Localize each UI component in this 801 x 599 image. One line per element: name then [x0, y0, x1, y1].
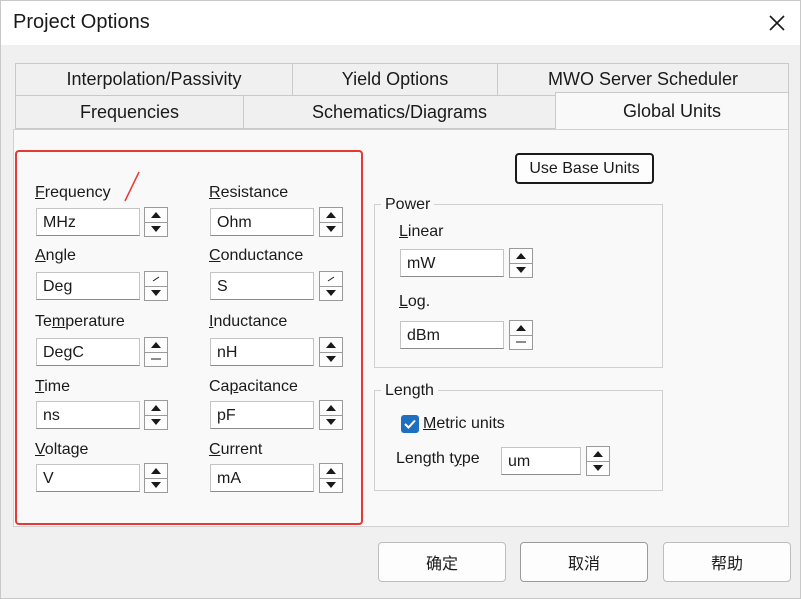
spin-down-icon[interactable]	[587, 462, 609, 476]
cancel-button[interactable]: 取消	[520, 542, 648, 582]
use-base-units-button[interactable]: Use Base Units	[515, 153, 654, 184]
length-group	[374, 390, 663, 491]
dialog-title: Project Options	[13, 11, 150, 33]
log-label: Log.	[399, 293, 431, 310]
tab-global-units[interactable]: Global Units	[555, 92, 789, 130]
length-type-spinner[interactable]	[586, 446, 610, 476]
spin-down-icon[interactable]	[510, 264, 532, 278]
tab-interpolation-passivity[interactable]: Interpolation/Passivity	[15, 63, 293, 96]
annotation-highlight-box	[15, 150, 363, 525]
project-options-dialog: Project Options Interpolation/Passivity …	[0, 0, 801, 599]
linear-power-field[interactable]: mW	[400, 249, 504, 277]
length-type-label: Length type	[396, 450, 480, 467]
power-group-label: Power	[381, 196, 435, 214]
close-button[interactable]	[759, 7, 795, 39]
close-icon	[769, 15, 785, 31]
help-button[interactable]: 帮助	[663, 542, 791, 582]
use-base-units-label: Use Base Units	[529, 159, 640, 177]
spin-up-icon[interactable]	[510, 249, 532, 264]
length-group-label: Length	[381, 382, 438, 400]
ok-label: 确定	[425, 556, 458, 573]
spin-down-icon[interactable]	[510, 336, 532, 350]
ok-button[interactable]: 确定	[378, 542, 506, 582]
checkmark-icon	[404, 419, 416, 429]
annotation-arrow-icon	[124, 171, 140, 202]
spin-up-icon[interactable]	[510, 321, 532, 336]
linear-power-spinner[interactable]	[509, 248, 533, 278]
length-type-field[interactable]: um	[501, 447, 581, 475]
cancel-label: 取消	[567, 556, 600, 573]
help-label: 帮助	[710, 556, 743, 573]
log-power-spinner[interactable]	[509, 320, 533, 350]
spin-up-icon[interactable]	[587, 447, 609, 462]
metric-units-checkbox[interactable]	[401, 415, 419, 433]
linear-label: Linear	[399, 223, 444, 240]
metric-units-label: Metric units	[423, 415, 505, 432]
tab-schematics-diagrams[interactable]: Schematics/Diagrams	[243, 95, 556, 129]
tab-yield-options[interactable]: Yield Options	[292, 63, 498, 96]
tab-frequencies[interactable]: Frequencies	[15, 95, 244, 129]
title-bar: Project Options	[1, 1, 800, 45]
log-power-field[interactable]: dBm	[400, 321, 504, 349]
